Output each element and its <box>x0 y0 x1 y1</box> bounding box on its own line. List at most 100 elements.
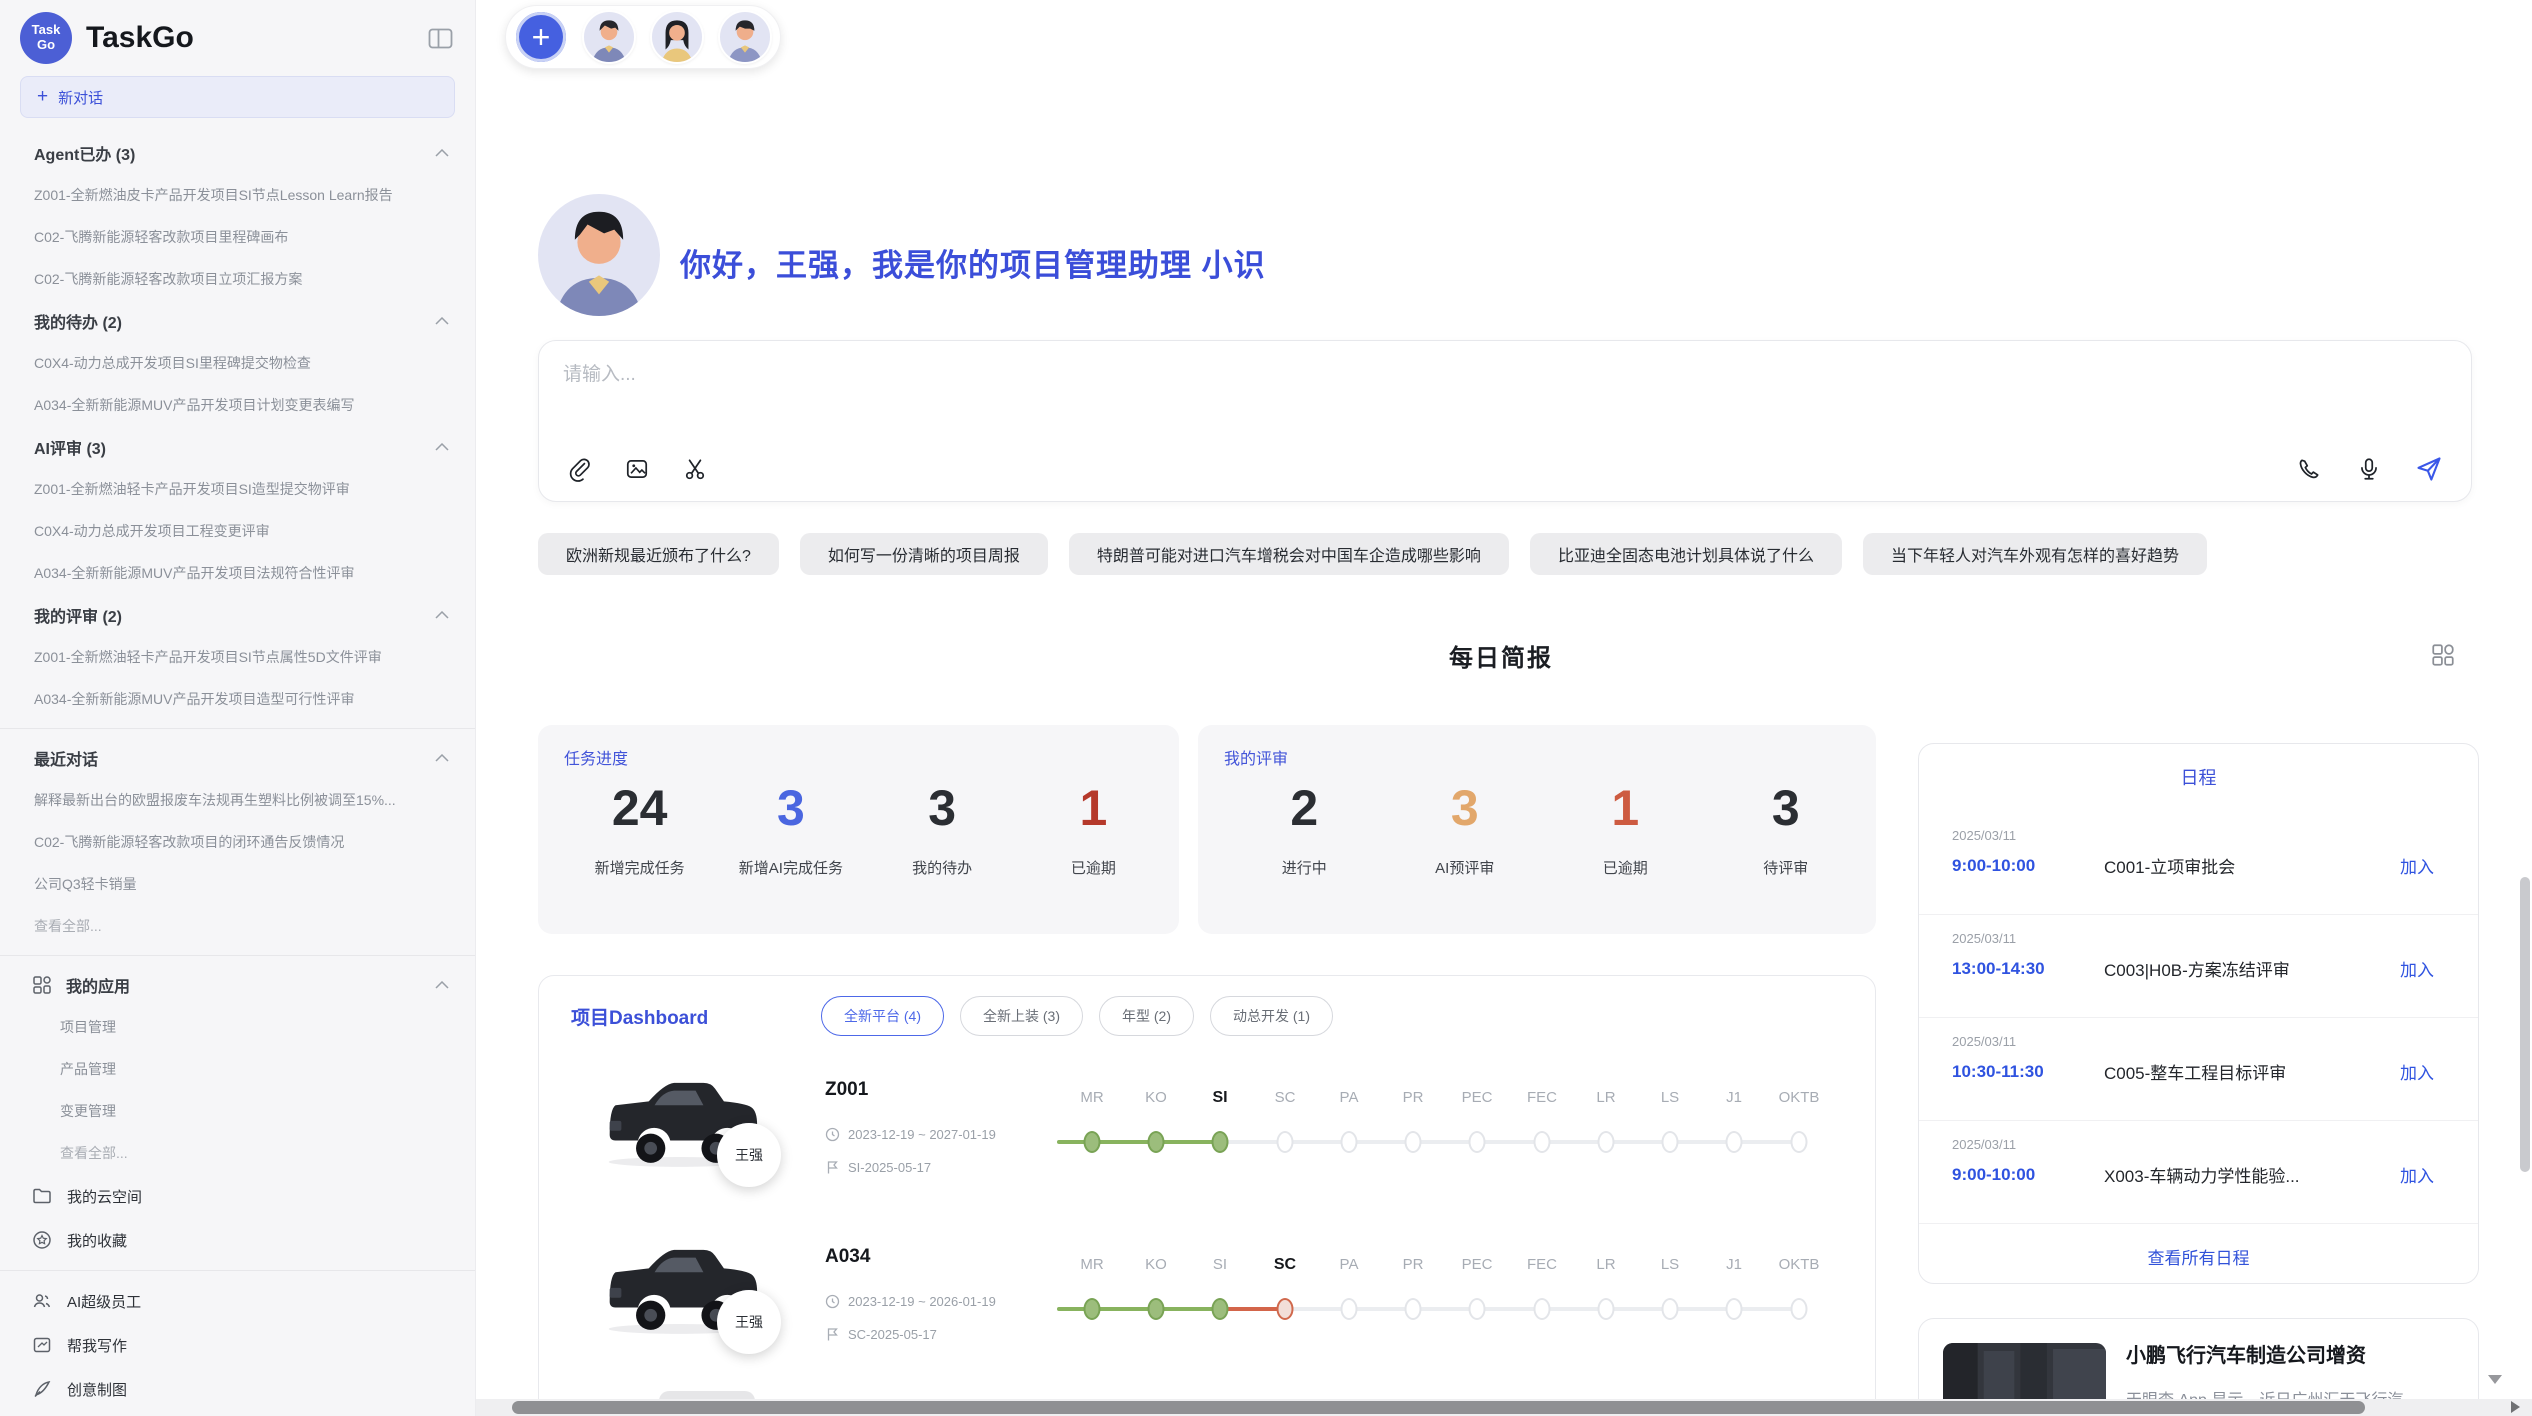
recent-chat-item[interactable]: 公司Q3轻卡销量 <box>0 863 475 905</box>
milestone-label: LR <box>1596 1256 1615 1273</box>
filter-new-body[interactable]: 全新上装 (3) <box>960 996 1083 1036</box>
dashboard-title: 项目Dashboard <box>571 1003 821 1030</box>
filter-model-year[interactable]: 年型 (2) <box>1099 996 1194 1036</box>
sidebar: Task Go TaskGo + 新对话 Agent已办 (3) Z001-全新… <box>0 0 476 1416</box>
milestone-label: KO <box>1145 1089 1167 1106</box>
sidebar-section-my-apps[interactable]: 我的应用 <box>0 964 475 1006</box>
sidebar-item[interactable]: Z001-全新燃油皮卡产品开发项目SI节点Lesson Learn报告 <box>0 174 475 216</box>
chevron-up-icon <box>435 611 449 619</box>
stat-value: 3 <box>867 773 1018 843</box>
sidebar-section-agent-done[interactable]: Agent已办 (3) <box>0 132 475 174</box>
scroll-right-arrow[interactable] <box>2511 1401 2520 1413</box>
horizontal-scrollbar <box>476 1399 2532 1416</box>
schedule-date: 2025/03/11 <box>1952 828 2434 843</box>
sidebar-section-my-review[interactable]: 我的评审 (2) <box>0 594 475 636</box>
app-item-change-management[interactable]: 变更管理 <box>0 1090 475 1132</box>
stat-label: 已逾期 <box>1018 857 1169 878</box>
vertical-scrollbar-thumb[interactable] <box>2520 877 2530 1172</box>
sidebar-section-ai-review[interactable]: AI评审 (3) <box>0 426 475 468</box>
join-meeting-link[interactable]: 加入 <box>2400 956 2434 981</box>
sidebar-item[interactable]: A034-全新新能源MUV产品开发项目法规符合性评审 <box>0 552 475 594</box>
flag-icon <box>825 1160 840 1175</box>
app-item-project-management[interactable]: 项目管理 <box>0 1006 475 1048</box>
sidebar-item-favorites[interactable]: 我的收藏 <box>0 1218 475 1262</box>
dashboard-header: 项目Dashboard 全新平台 (4) 全新上装 (3) 年型 (2) 动总开… <box>539 976 1875 1036</box>
join-meeting-link[interactable]: 加入 <box>2400 1162 2434 1187</box>
project-code: A034 <box>825 1246 870 1268</box>
recent-view-all[interactable]: 查看全部... <box>0 905 475 947</box>
app-item-product-management[interactable]: 产品管理 <box>0 1048 475 1090</box>
suggestion-chip[interactable]: 如何写一份清晰的项目周报 <box>800 533 1048 575</box>
suggestion-chip[interactable]: 欧洲新规最近颁布了什么? <box>538 533 779 575</box>
sidebar-item[interactable]: A034-全新新能源MUV产品开发项目计划变更表编写 <box>0 384 475 426</box>
sidebar-item-cloud-space[interactable]: 我的云空间 <box>0 1174 475 1218</box>
milestone-dot <box>1405 1131 1422 1153</box>
milestone-label: MR <box>1080 1256 1103 1273</box>
agent-avatar-3[interactable] <box>720 12 770 62</box>
sidebar-item-ai-super-staff[interactable]: AI超级员工 <box>0 1279 475 1323</box>
milestone-dot <box>1726 1298 1743 1320</box>
stats-card-title: 我的评审 <box>1224 745 1866 769</box>
screenshot-button[interactable] <box>679 453 711 485</box>
sidebar-section-my-todo[interactable]: 我的待办 (2) <box>0 300 475 342</box>
sidebar-item[interactable]: Z001-全新燃油轻卡产品开发项目SI节点属性5D文件评审 <box>0 636 475 678</box>
milestone-track <box>1057 1140 1799 1144</box>
milestone-track <box>1057 1307 1799 1311</box>
suggestion-chip[interactable]: 比亚迪全固态电池计划具体说了什么 <box>1530 533 1842 575</box>
scroll-down-arrow[interactable] <box>2488 1375 2502 1384</box>
schedule-item: 2025/03/11 9:00-10:00 C001-立项审批会 加入 <box>1919 812 2478 915</box>
chevron-up-icon <box>435 317 449 325</box>
chevron-up-icon <box>435 981 449 989</box>
divider <box>0 728 475 729</box>
sidebar-item[interactable]: A034-全新新能源MUV产品开发项目造型可行性评审 <box>0 678 475 720</box>
sidebar-item-creative-drawing[interactable]: 创意制图 <box>0 1367 475 1411</box>
filter-powertrain-dev[interactable]: 动总开发 (1) <box>1210 996 1333 1036</box>
app-title: TaskGo <box>86 21 423 55</box>
recent-chat-item[interactable]: 解释最新出台的欧盟报废车法规再生塑料比例被调至15%... <box>0 779 475 821</box>
join-meeting-link[interactable]: 加入 <box>2400 853 2434 878</box>
insert-image-button[interactable] <box>621 453 653 485</box>
milestone-label: SC <box>1275 1089 1296 1106</box>
agent-avatar-1[interactable] <box>584 12 634 62</box>
sidebar-item[interactable]: C0X4-动力总成开发项目SI里程碑提交物检查 <box>0 342 475 384</box>
sidebar-section-recent-chats[interactable]: 最近对话 <box>0 737 475 779</box>
sidebar-item[interactable]: C02-飞腾新能源轻客改款项目里程碑画布 <box>0 216 475 258</box>
milestone-dot <box>1662 1131 1679 1153</box>
new-chat-button[interactable]: + 新对话 <box>20 76 455 118</box>
horizontal-scrollbar-thumb[interactable] <box>512 1401 2365 1414</box>
recent-chat-item[interactable]: C02-飞腾新能源轻客改款项目的闭环通告反馈情况 <box>0 821 475 863</box>
apps-view-all[interactable]: 查看全部... <box>0 1132 475 1174</box>
folder-icon <box>32 1186 52 1206</box>
chat-input-field[interactable] <box>563 359 2063 429</box>
project-date-range: 2023-12-19 ~ 2027-01-19 <box>825 1127 996 1142</box>
stat-overdue: 1 已逾期 <box>1018 773 1169 878</box>
add-agent-button[interactable]: + <box>516 12 566 62</box>
collapse-sidebar-button[interactable] <box>423 21 457 55</box>
quill-icon <box>32 1379 52 1399</box>
input-toolbar-left <box>563 453 711 485</box>
voice-call-button[interactable] <box>2293 453 2325 485</box>
suggestion-chip[interactable]: 当下年轻人对汽车外观有怎样的喜好趋势 <box>1863 533 2207 575</box>
schedule-time: 13:00-14:30 <box>1952 959 2104 979</box>
sidebar-item[interactable]: C02-飞腾新能源轻客改款项目立项汇报方案 <box>0 258 475 300</box>
attach-file-button[interactable] <box>563 453 595 485</box>
sidebar-item[interactable]: Z001-全新燃油轻卡产品开发项目SI造型提交物评审 <box>0 468 475 510</box>
view-all-schedule-link[interactable]: 查看所有日程 <box>1919 1224 2478 1269</box>
filter-new-platform[interactable]: 全新平台 (4) <box>821 996 944 1036</box>
agent-avatar-2[interactable] <box>652 12 702 62</box>
microphone-icon <box>2356 456 2382 482</box>
schedule-item: 2025/03/11 13:00-14:30 C003|H0B-方案冻结评审 加… <box>1919 915 2478 1018</box>
sidebar-item-help-me-write[interactable]: 帮我写作 <box>0 1323 475 1367</box>
join-meeting-link[interactable]: 加入 <box>2400 1059 2434 1084</box>
briefing-layout-button[interactable] <box>2430 642 2456 673</box>
milestone-dot <box>1341 1131 1358 1153</box>
suggestion-chip[interactable]: 特朗普可能对进口汽车增税会对中国车企造成哪些影响 <box>1069 533 1509 575</box>
sidebar-item[interactable]: C0X4-动力总成开发项目工程变更评审 <box>0 510 475 552</box>
project-row-a034[interactable]: 王强 A034 2023-12-19 ~ 2026-01-19 SC-2025-… <box>539 1228 1875 1398</box>
project-row-z001[interactable]: 王强 Z001 2023-12-19 ~ 2027-01-19 SI-2025-… <box>539 1061 1875 1231</box>
sidebar-link-label: 我的收藏 <box>67 1230 127 1251</box>
divider <box>0 955 475 956</box>
schedule-date: 2025/03/11 <box>1952 931 2434 946</box>
voice-input-button[interactable] <box>2353 453 2385 485</box>
send-button[interactable] <box>2413 453 2445 485</box>
